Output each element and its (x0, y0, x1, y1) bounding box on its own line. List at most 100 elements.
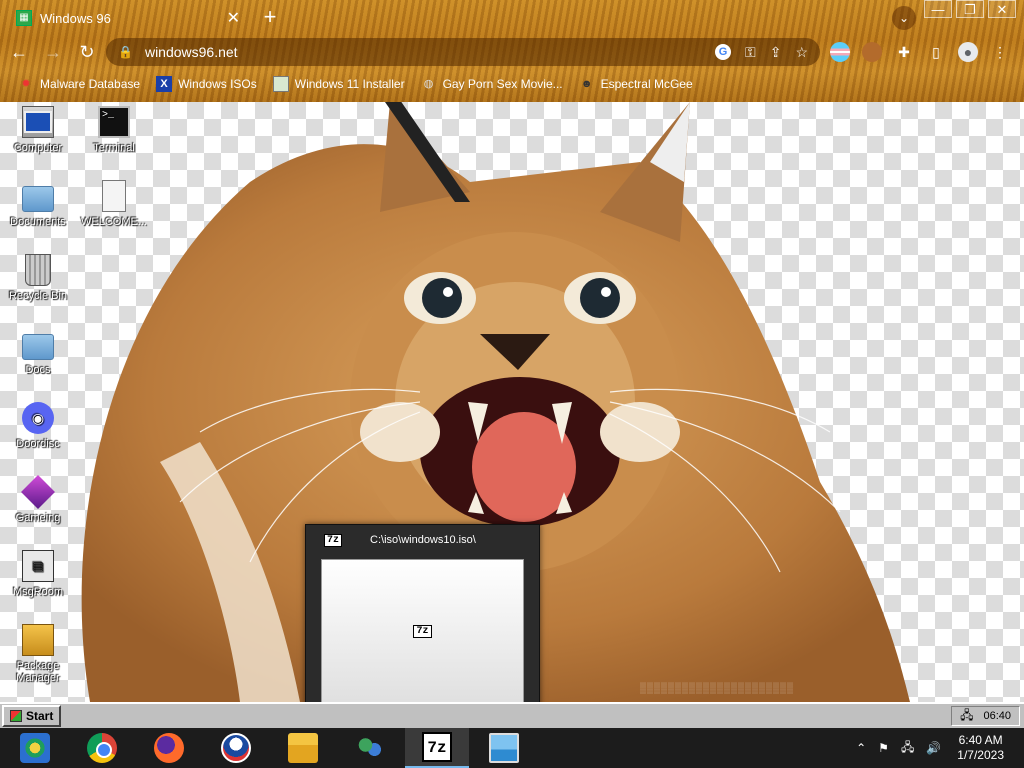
url-text[interactable]: windows96.net (145, 44, 701, 60)
show-hidden-icons-chevron-icon[interactable]: ⌃ (856, 741, 866, 755)
close-window-button[interactable]: ✕ (988, 0, 1016, 18)
discord-icon: ◉ (22, 402, 54, 434)
start-button[interactable]: Start (2, 705, 62, 727)
desktop-icon-terminal[interactable]: >_ Terminal (76, 106, 152, 154)
icon-label: Docs (25, 364, 51, 376)
msn-icon (355, 733, 385, 763)
trans-flag-extension-icon[interactable] (830, 42, 850, 62)
tab-close-icon[interactable]: ✕ (227, 8, 240, 28)
new-tab-button[interactable]: + (260, 4, 280, 30)
system-clock[interactable]: 6:40 AM 1/7/2023 (957, 733, 1004, 763)
maximize-button[interactable]: ❐ (956, 0, 984, 18)
taskbar-app-windows96[interactable] (3, 728, 67, 768)
folder-icon (22, 334, 54, 360)
7zip-icon: 7z (422, 732, 452, 762)
window-icon (272, 76, 289, 92)
desktop-icon-docs[interactable]: Docs (0, 328, 76, 376)
taskbar-app-msn[interactable] (338, 728, 402, 768)
msgroom-icon: ▤ (22, 550, 54, 582)
browser-chrome: ▦ Windows 96 ✕ + ⌄ — ❐ ✕ ← → ↻ 🔒 windows… (0, 0, 1024, 102)
start-logo-icon (10, 710, 22, 722)
menu-kebab-icon[interactable]: ⋮ (990, 42, 1010, 62)
windows96-icon (20, 733, 50, 763)
7zip-content-pane[interactable]: 7z (321, 559, 524, 703)
start-label: Start (26, 709, 54, 723)
x-icon: X (156, 76, 173, 92)
face-extension-icon[interactable] (862, 42, 882, 62)
bookmark-label: Windows 11 Installer (294, 77, 405, 91)
desktop-icon-computer[interactable]: Computer (0, 106, 76, 154)
win96-tray: 🖧 06:40 (951, 706, 1020, 726)
network-icon[interactable]: 🖧 (901, 738, 914, 759)
icon-label: Recycle Bin (8, 290, 68, 302)
cube-icon (21, 475, 55, 509)
back-button[interactable]: ← (4, 42, 34, 63)
bookmark-windows-11-installer[interactable]: Windows 11 Installer (272, 76, 405, 92)
google-icon[interactable]: G (715, 44, 732, 60)
desktop-icon-welcome[interactable]: WELCOME... (76, 180, 152, 228)
desktop-icon-recycle-bin[interactable]: Recycle Bin (0, 254, 76, 302)
icon-label: Computer (13, 142, 63, 154)
taskbar-app-file-explorer[interactable] (271, 728, 335, 768)
obama-icon (221, 733, 251, 763)
terminal-icon: >_ (98, 106, 130, 138)
desktop-icon-package-manager[interactable]: Package Manager (0, 624, 76, 684)
bookmark-windows-isos[interactable]: X Windows ISOs (156, 76, 257, 92)
minimize-button[interactable]: — (924, 0, 952, 18)
photos-icon (489, 733, 519, 763)
taskbar-app-7zip[interactable]: 7z (405, 728, 469, 768)
bookmark-gay-porn-sex-movie[interactable]: ◍ Gay Porn Sex Movie... (421, 76, 563, 92)
desktop-icon-doordisc[interactable]: ◉ Doordisc (0, 402, 76, 450)
bookmark-malware-database[interactable]: ✹ Malware Database (18, 76, 140, 92)
flag-icon[interactable]: ⚑ (878, 741, 889, 755)
profile-avatar-icon[interactable]: ● (958, 42, 978, 62)
desktop-icon-gameing[interactable]: Gameing (0, 475, 76, 524)
icon-label: MsgRoom (12, 586, 64, 598)
network-icon[interactable]: 🖧 (960, 706, 973, 727)
taskbar-app-photos[interactable] (472, 728, 536, 768)
forward-button[interactable]: → (38, 42, 68, 63)
firefox-icon (154, 733, 184, 763)
browser-tab[interactable]: ▦ Windows 96 ✕ (8, 4, 248, 32)
tab-search-chevron-icon[interactable]: ⌄ (892, 6, 916, 30)
volume-icon[interactable]: 🔊 (926, 741, 941, 755)
share-icon[interactable]: ⇪ (770, 44, 782, 61)
bookmarks-bar: ✹ Malware Database X Windows ISOs Window… (0, 72, 1024, 96)
virus-icon: ✹ (21, 78, 31, 90)
7zip-window[interactable]: 7z C:\iso\windows10.iso\ 7z (305, 524, 540, 720)
address-bar[interactable]: 🔒 windows96.net G ⚿ ⇪ ☆ (106, 38, 820, 66)
clock-time: 6:40 AM (958, 733, 1003, 747)
taskbar-app-firefox[interactable] (137, 728, 201, 768)
folder-icon (22, 186, 54, 212)
globe-icon: ◍ (423, 78, 434, 90)
puzzle-extensions-icon[interactable]: ✚ (894, 42, 914, 62)
icon-label: Terminal (93, 142, 135, 154)
side-panel-icon[interactable]: ▯ (926, 42, 946, 62)
build-watermark: ▒▒▒▒▒▒▒▒▒▒▒▒▒▒▒▒▒▒▒▒▒▒ (640, 684, 795, 695)
7zip-icon: 7z (324, 533, 343, 547)
key-icon[interactable]: ⚿ (745, 44, 756, 61)
taskbar-app-chrome[interactable] (70, 728, 134, 768)
desktop-icon-documents[interactable]: Documents (0, 180, 76, 228)
recycle-bin-icon (25, 254, 51, 286)
window-controls: — ❐ ✕ (920, 0, 1016, 18)
reload-button[interactable]: ↻ (72, 42, 102, 63)
bookmark-label: Gay Porn Sex Movie... (442, 77, 563, 91)
bookmark-star-icon[interactable]: ☆ (795, 44, 808, 61)
win96-clock[interactable]: 06:40 (983, 710, 1011, 722)
lock-icon[interactable]: 🔒 (118, 45, 133, 59)
icon-label: Gameing (15, 512, 61, 524)
system-tray: ⌃ ⚑ 🖧 🔊 6:40 AM 1/7/2023 (856, 733, 1024, 763)
tab-title: Windows 96 (40, 10, 111, 26)
bookmark-espectral-mcgee[interactable]: ☻ Espectral McGee (579, 76, 693, 92)
clock-date: 1/7/2023 (957, 748, 1004, 762)
file-explorer-icon (288, 733, 318, 763)
7zip-titlebar[interactable]: 7z C:\iso\windows10.iso\ (306, 525, 539, 555)
desktop-icon-msgroom[interactable]: ▤ MsgRoom (0, 550, 76, 598)
taskbar-app-obama[interactable] (204, 728, 268, 768)
bookmark-label: Windows ISOs (178, 77, 257, 91)
bookmark-label: Espectral McGee (600, 77, 693, 91)
computer-icon (22, 106, 54, 138)
face-icon: ☻ (580, 78, 593, 90)
icon-label: Doordisc (16, 438, 60, 450)
